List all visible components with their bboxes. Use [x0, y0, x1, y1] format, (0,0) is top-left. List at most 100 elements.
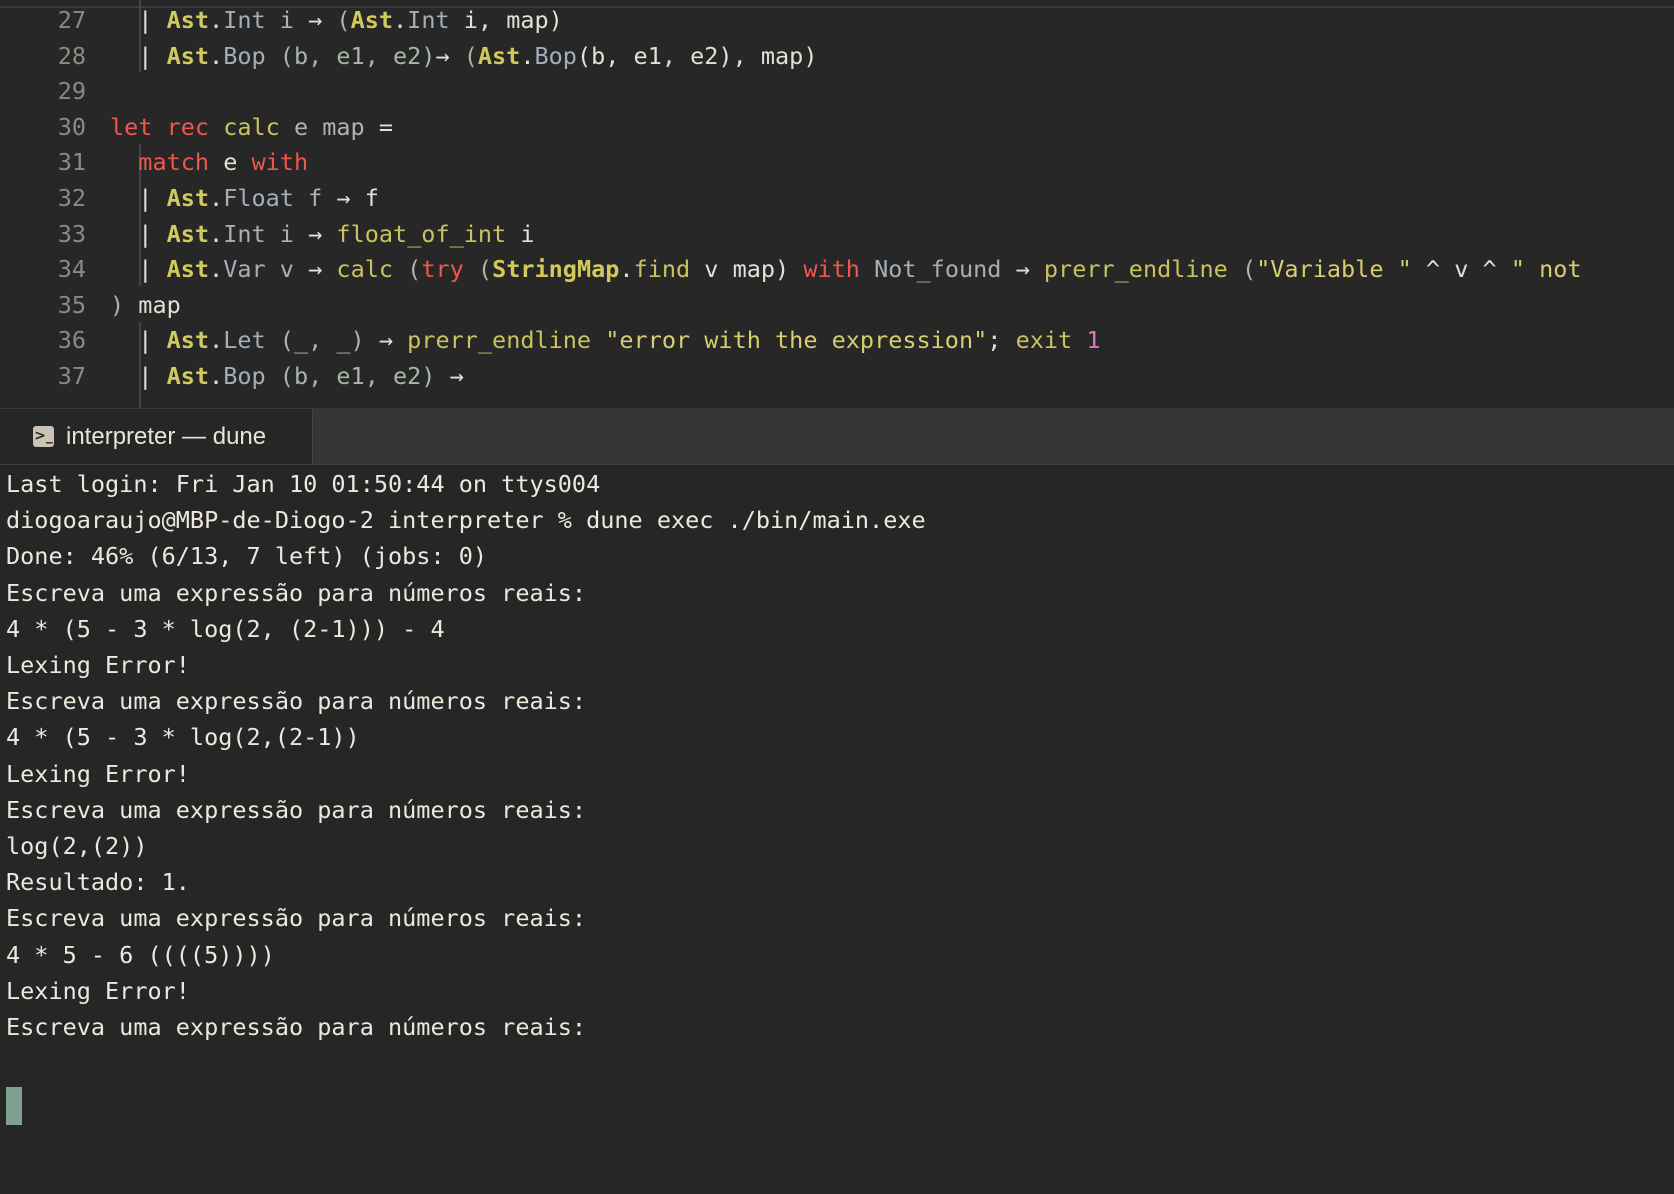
line-number: 30: [57, 112, 86, 141]
code-token: .: [209, 326, 224, 355]
code-token: StringMap: [492, 255, 620, 284]
code-token: e: [209, 148, 252, 177]
code-text: | Ast.Int i → float_of_int i: [110, 215, 535, 253]
code-text: | Ast.Var v → calc (try (StringMap.find …: [110, 250, 1582, 288]
code-token: Ast: [166, 6, 210, 34]
code-text: | Ast.Bop (b, e1, e2) →: [110, 357, 464, 395]
code-token: calc: [336, 255, 394, 284]
code-token: with: [803, 255, 860, 284]
code-token: exit: [1015, 326, 1073, 355]
code-token: Not_found: [874, 255, 1002, 284]
code-token: (b, e1, e2): [265, 362, 450, 390]
code-text: | Ast.Float f → f: [110, 179, 379, 217]
terminal-tab-label: interpreter — dune: [66, 422, 267, 450]
code-token: v: [265, 255, 309, 284]
code-token: |: [110, 41, 167, 70]
code-token: (: [463, 255, 493, 284]
code-token: .: [209, 184, 224, 212]
code-token: find: [633, 255, 691, 284]
code-token: Int: [407, 6, 450, 34]
code-token: "error with the expression": [605, 326, 988, 355]
code-line[interactable]: 37 | Ast.Bop (b, e1, e2) →: [0, 357, 1674, 395]
terminal-tab[interactable]: >_ interpreter — dune: [0, 409, 313, 464]
code-line[interactable]: 33 | Ast.Int i → float_of_int i: [0, 215, 1674, 253]
code-token: e map: [279, 112, 365, 141]
code-line[interactable]: 34 | Ast.Var v → calc (try (StringMap.fi…: [0, 250, 1674, 288]
line-number: 32: [57, 184, 86, 212]
code-line[interactable]: 27 | Ast.Int i → (Ast.Int i, map): [0, 1, 1674, 39]
code-token: =: [364, 112, 393, 141]
code-token: Ast: [166, 255, 210, 284]
code-token: i, map): [449, 6, 563, 34]
code-token: ^ v ^: [1411, 255, 1511, 284]
line-number: 29: [57, 77, 86, 106]
code-line[interactable]: 28 | Ast.Bop (b, e1, e2)→ (Ast.Bop(b, e1…: [0, 37, 1674, 75]
code-line[interactable]: 36 | Ast.Let (_, _) → prerr_endline "err…: [0, 321, 1674, 359]
code-token: →: [308, 6, 323, 34]
code-text: | Ast.Int i → (Ast.Int i, map): [110, 1, 563, 39]
code-token: →: [449, 362, 464, 390]
terminal-line: Last login: Fri Jan 10 01:50:44 on ttys0…: [6, 470, 601, 498]
code-token: prerr_endline: [1043, 255, 1228, 284]
terminal-line: 4 * (5 - 3 * log(2,(2-1)): [6, 723, 360, 752]
terminal-line: Lexing Error!: [6, 651, 190, 679]
terminal-line: Lexing Error!: [6, 759, 190, 788]
code-line[interactable]: 29: [0, 72, 1674, 110]
code-text: let rec calc e map =: [110, 108, 393, 146]
code-token: Ast: [166, 326, 210, 355]
code-token: rec: [166, 112, 210, 141]
code-token: |: [110, 219, 167, 248]
code-token: i: [506, 219, 535, 248]
code-token: Int: [223, 6, 266, 34]
code-token: |: [110, 255, 167, 284]
code-token: v map): [690, 255, 804, 284]
code-token: with: [251, 148, 309, 177]
code-line[interactable]: 32 | Ast.Float f → f: [0, 179, 1674, 217]
code-text: match e with: [110, 143, 308, 181]
code-token: Ast: [166, 219, 210, 248]
code-editor[interactable]: 27 | Ast.Int i → (Ast.Int i, map) 28 | As…: [0, 0, 1674, 409]
code-token: Let: [223, 326, 266, 355]
code-token: |: [110, 362, 167, 390]
code-line[interactable]: 35) map: [0, 286, 1674, 324]
terminal-line: Escreva uma expressão para números reais…: [6, 904, 587, 933]
code-token: →: [378, 326, 393, 355]
code-token: Ast: [166, 41, 210, 70]
code-token: Ast: [166, 184, 210, 212]
code-token: " not: [1510, 255, 1582, 284]
line-number: 33: [57, 219, 86, 248]
code-line[interactable]: 31 match e with: [0, 143, 1674, 181]
code-token: .: [209, 255, 224, 284]
code-token: (: [322, 6, 351, 34]
code-token: match: [138, 148, 210, 177]
code-token: i: [265, 6, 309, 34]
terminal-output[interactable]: Last login: Fri Jan 10 01:50:44 on ttys0…: [0, 465, 1674, 1194]
code-token: |: [110, 6, 167, 34]
code-token: (b, e1, e2): [265, 41, 436, 70]
code-token: Var: [223, 255, 266, 284]
terminal-line: Done: 46% (6/13, 7 left) (jobs: 0): [6, 542, 488, 571]
terminal-tab-bar: >_ interpreter — dune: [0, 409, 1674, 465]
terminal-line: Lexing Error!: [6, 976, 190, 1005]
code-token: float_of_int: [336, 219, 507, 248]
code-token: .: [209, 362, 224, 390]
code-token: (: [393, 255, 422, 284]
code-token: Bop: [223, 362, 266, 390]
code-token: try: [421, 255, 464, 284]
code-token: (b, e1, e2), map): [576, 41, 818, 70]
code-text: ) map: [110, 286, 181, 324]
code-text: | Ast.Let (_, _) → prerr_endline "error …: [110, 321, 1100, 359]
terminal-line: 4 * (5 - 3 * log(2, (2-1))) - 4: [6, 614, 445, 643]
code-token: i: [265, 219, 309, 248]
code-token: →: [308, 255, 323, 284]
code-token: Ast: [350, 6, 394, 34]
code-line[interactable]: 30 let rec calc e map =: [0, 108, 1674, 146]
